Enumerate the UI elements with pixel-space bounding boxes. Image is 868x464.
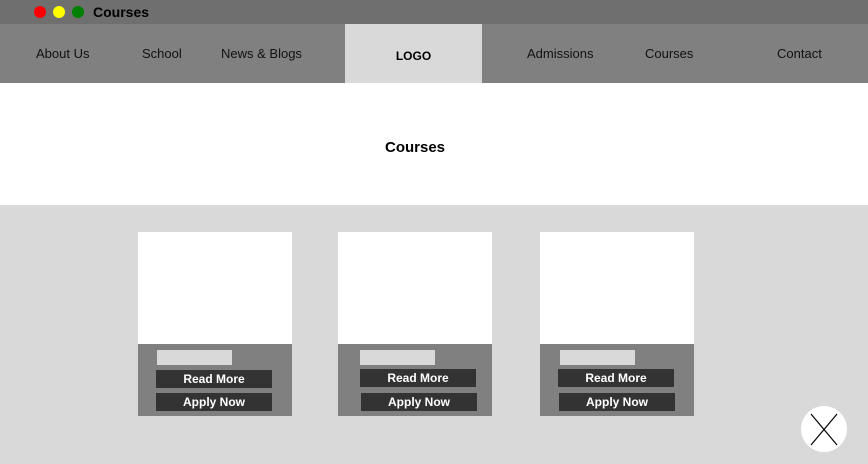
course-card-label-placeholder bbox=[560, 350, 635, 365]
apply-now-button[interactable]: Apply Now bbox=[156, 393, 272, 411]
read-more-button[interactable]: Read More bbox=[360, 369, 476, 387]
course-card-image bbox=[540, 232, 694, 344]
minimize-window-dot-icon[interactable] bbox=[53, 6, 65, 18]
course-card-label-placeholder bbox=[360, 350, 435, 365]
close-button[interactable] bbox=[801, 406, 847, 452]
read-more-button[interactable]: Read More bbox=[558, 369, 674, 387]
maximize-window-dot-icon[interactable] bbox=[72, 6, 84, 18]
course-card-label-placeholder bbox=[157, 350, 232, 365]
course-card-image bbox=[338, 232, 492, 344]
window-titlebar: Courses bbox=[0, 0, 868, 24]
course-card-footer: Read More Apply Now bbox=[338, 344, 492, 416]
nav-item-news-blogs[interactable]: News & Blogs bbox=[221, 24, 302, 83]
nav-item-admissions[interactable]: Admissions bbox=[527, 24, 593, 83]
course-card-footer: Read More Apply Now bbox=[138, 344, 292, 416]
apply-now-button[interactable]: Apply Now bbox=[559, 393, 675, 411]
logo[interactable]: LOGO bbox=[345, 24, 482, 83]
page-title: Courses bbox=[384, 139, 446, 156]
course-card: Read More Apply Now bbox=[138, 232, 292, 416]
window-title: Courses bbox=[93, 4, 150, 20]
nav-item-about-us[interactable]: About Us bbox=[36, 24, 89, 83]
hero-section: Courses bbox=[0, 83, 868, 205]
apply-now-button[interactable]: Apply Now bbox=[361, 393, 477, 411]
course-card: Read More Apply Now bbox=[338, 232, 492, 416]
read-more-button[interactable]: Read More bbox=[156, 370, 272, 388]
course-card-footer: Read More Apply Now bbox=[540, 344, 694, 416]
course-card: Read More Apply Now bbox=[540, 232, 694, 416]
close-icon bbox=[810, 413, 838, 446]
nav-item-courses[interactable]: Courses bbox=[645, 24, 693, 83]
close-window-dot-icon[interactable] bbox=[34, 6, 46, 18]
nav-item-contact[interactable]: Contact bbox=[777, 24, 822, 83]
course-card-image bbox=[138, 232, 292, 344]
nav-item-school[interactable]: School bbox=[142, 24, 182, 83]
